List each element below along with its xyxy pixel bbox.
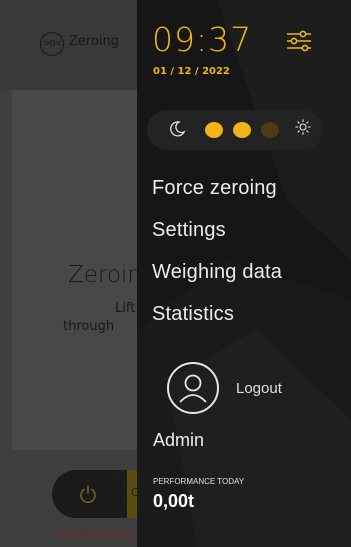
performance-value: 0,00t xyxy=(153,491,195,511)
clock-date: 01 / 12 / 2022 xyxy=(153,66,230,77)
sliders-icon[interactable] xyxy=(286,30,312,52)
sun-icon[interactable] xyxy=(295,119,311,135)
user-name: Admin xyxy=(153,430,205,450)
brightness-level-1[interactable] xyxy=(205,122,223,138)
brightness-level-2[interactable] xyxy=(233,122,251,138)
menu-force-zeroing[interactable]: Force zeroing xyxy=(152,177,277,200)
clock-time: 09:37 xyxy=(152,20,253,59)
user-avatar[interactable] xyxy=(167,362,219,414)
brightness-level-3[interactable] xyxy=(261,122,279,138)
moon-icon[interactable] xyxy=(168,120,186,138)
menu-statistics[interactable]: Statistics xyxy=(152,303,234,326)
menu-settings[interactable]: Settings xyxy=(152,219,226,242)
user-icon xyxy=(179,374,207,403)
performance-label: PERFORMANCE TODAY xyxy=(153,477,245,486)
logout-button[interactable]: Logout xyxy=(236,380,282,397)
menu-weighing-data[interactable]: Weighing data xyxy=(152,261,282,284)
